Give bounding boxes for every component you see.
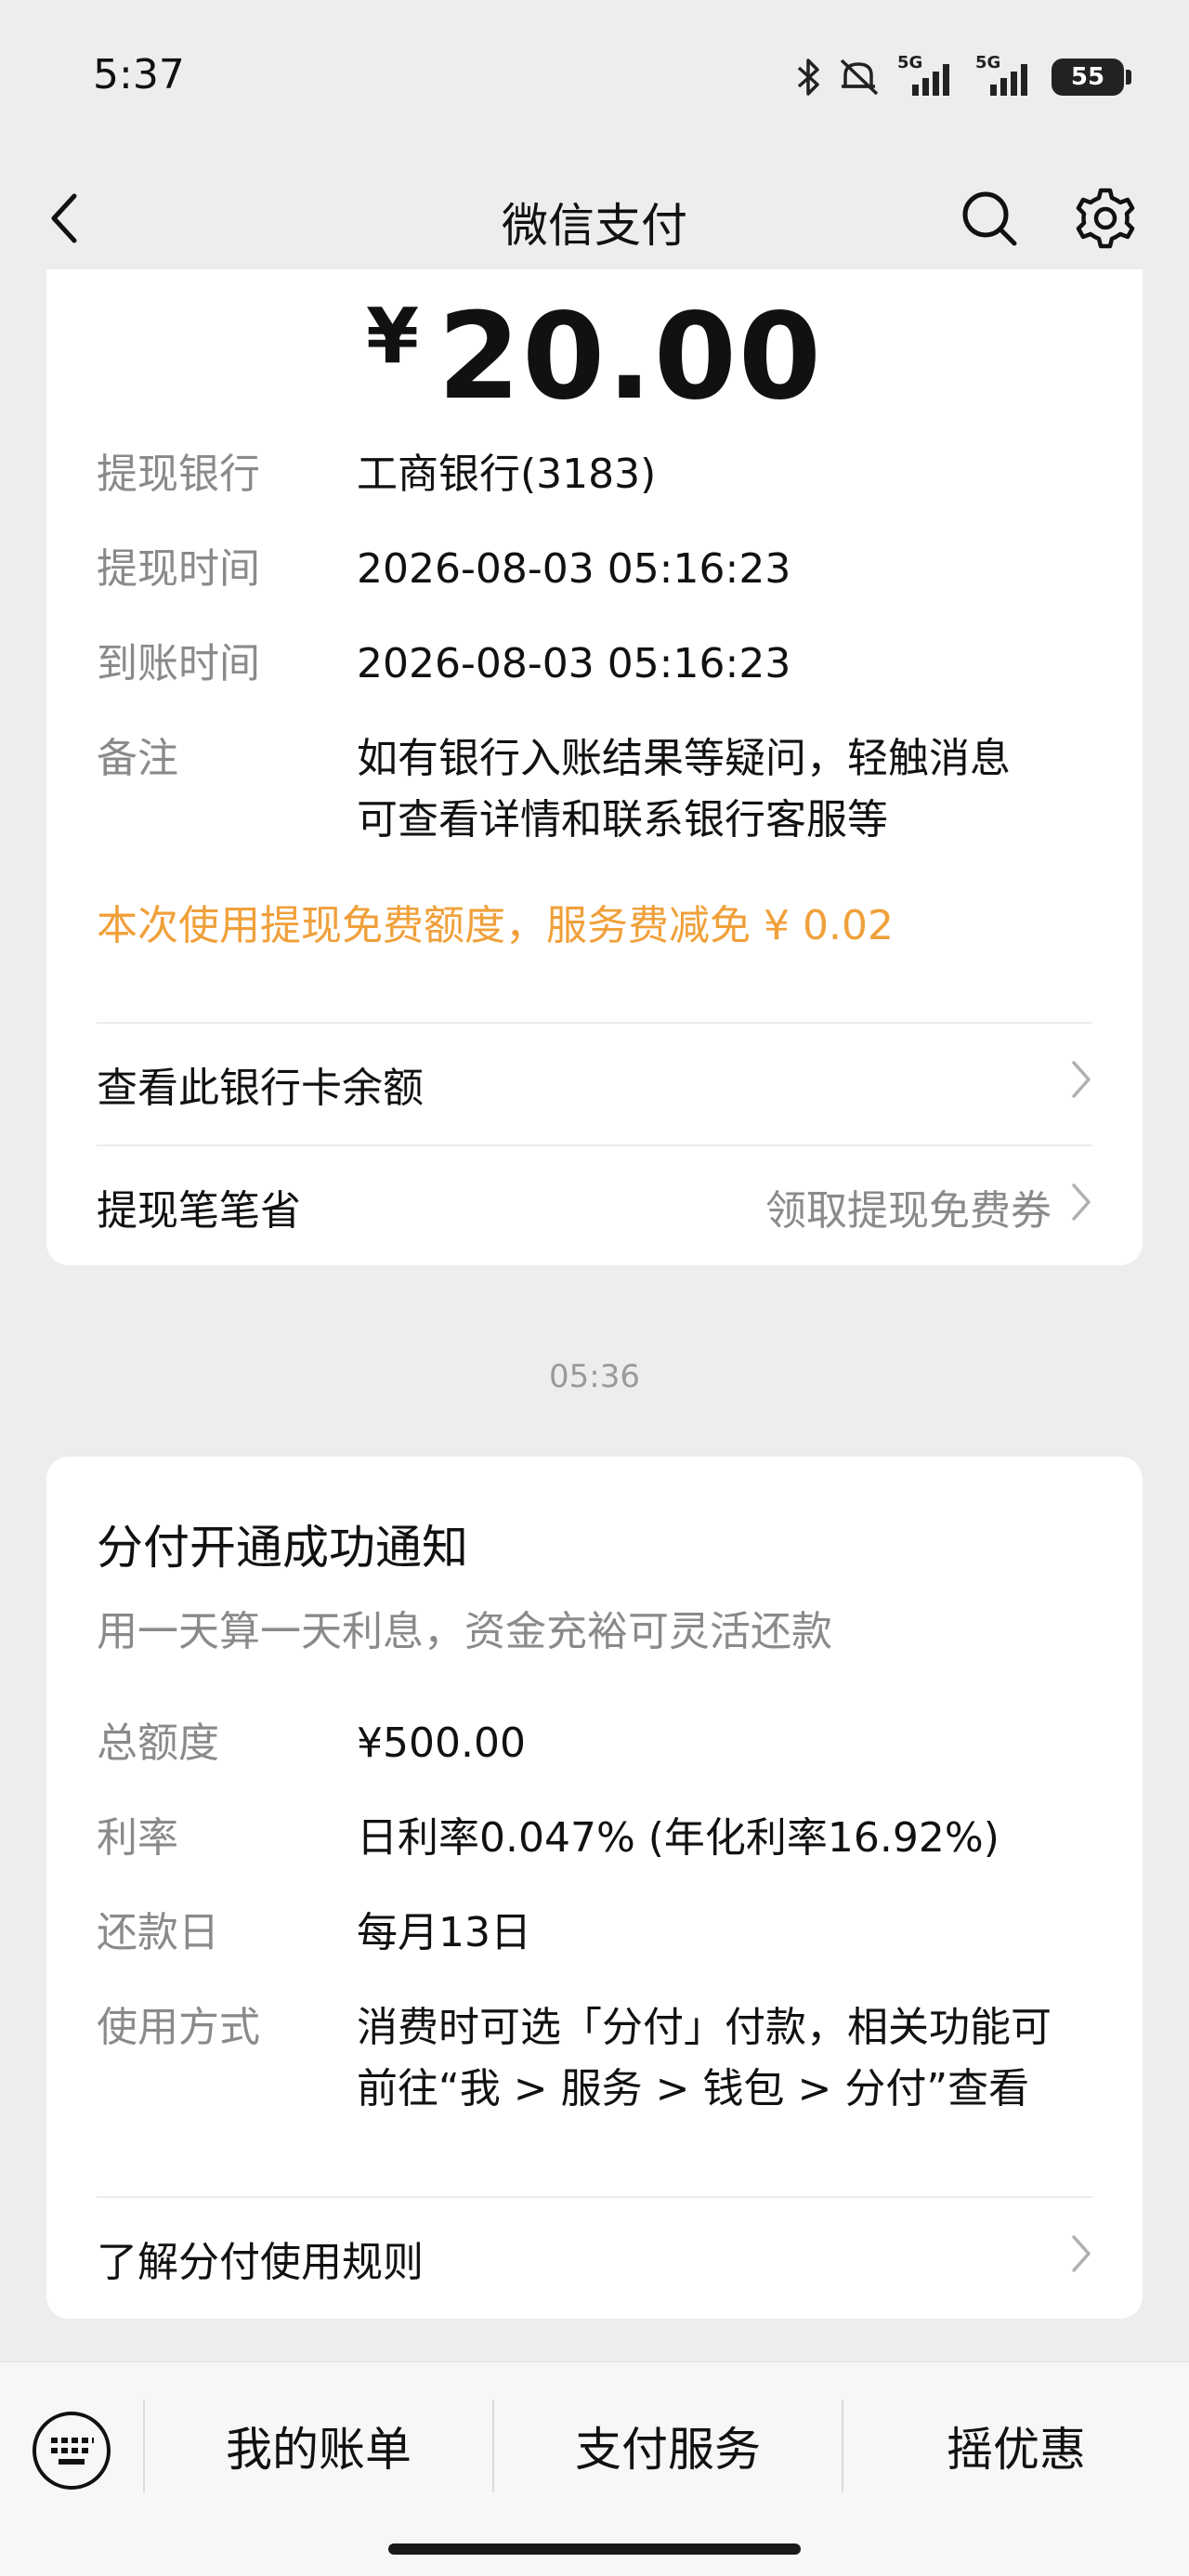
home-indicator[interactable] — [388, 2543, 801, 2555]
chevron-right-icon — [1070, 2233, 1092, 2284]
usage-line-1: 消费时可选「分付」付款，相关功能可 — [357, 2004, 1052, 2051]
withdraw-saver-link[interactable]: 提现笔笔省 领取提现免费券 — [97, 1146, 1092, 1267]
mute-icon — [836, 57, 882, 98]
signal-label: 5G — [975, 53, 1001, 72]
detail-label: 总额度 — [97, 1720, 219, 1767]
withdraw-card: ¥20.00 提现银行 工商银行(3183) 提现时间 2026-08-03 0… — [46, 269, 1143, 1265]
gear-icon[interactable] — [1068, 181, 1143, 255]
detail-value: ¥500.00 — [357, 1720, 526, 1767]
detail-label: 还款日 — [97, 1909, 219, 1956]
usage-line-2: 前往“我 > 服务 > 钱包 > 分付”查看 — [357, 2065, 1030, 2112]
withdraw-amount: ¥20.00 — [46, 288, 1143, 426]
status-time: 5:37 — [93, 51, 185, 98]
remark-line-2: 可查看详情和联系银行客服等 — [357, 796, 888, 843]
view-balance-link[interactable]: 查看此银行卡余额 — [97, 1024, 1092, 1144]
detail-value: 2026-08-03 05:16:23 — [357, 545, 791, 593]
get-free-coupon-text: 领取提现免费券 — [765, 1187, 1052, 1235]
keyboard-icon[interactable] — [30, 2409, 113, 2492]
detail-value: 消费时可选「分付」付款，相关功能可 前往“我 > 服务 > 钱包 > 分付”查看 — [357, 1997, 1092, 2120]
remark-line-1: 如有银行入账结果等疑问，轻触消息 — [357, 735, 1011, 782]
chevron-right-icon — [1070, 1182, 1092, 1233]
detail-label: 使用方式 — [97, 2004, 260, 2051]
search-icon[interactable] — [952, 181, 1026, 255]
detail-label: 提现时间 — [97, 545, 260, 593]
message-timestamp: 05:36 — [549, 1358, 640, 1395]
tab-payment-services[interactable]: 支付服务 — [494, 2399, 842, 2492]
card-subtitle: 用一天算一天利息，资金充裕可灵活还款 — [97, 1608, 832, 1655]
detail-label: 利率 — [97, 1814, 178, 1862]
status-bar: 5:37 5G 5G 55 — [0, 0, 1189, 153]
card-title: 分付开通成功通知 — [97, 1521, 468, 1575]
detail-value: 每月13日 — [357, 1909, 531, 1956]
detail-value: 工商银行(3183) — [357, 451, 657, 498]
signal-5g-icon: 5G — [973, 53, 1039, 98]
detail-value: 2026-08-03 05:16:23 — [357, 640, 791, 687]
withdraw-saver-label: 提现笔笔省 — [97, 1187, 301, 1235]
fenfu-rules-label: 了解分付使用规则 — [97, 2239, 424, 2286]
detail-label: 提现银行 — [97, 451, 260, 498]
nav-bar: 微信支付 — [0, 153, 1189, 283]
battery-icon: 55 — [1052, 59, 1131, 96]
fenfu-rules-link[interactable]: 了解分付使用规则 — [97, 2198, 1092, 2319]
amount-value: 20.00 — [438, 288, 823, 426]
signal-5g-icon: 5G — [895, 53, 960, 98]
status-icons: 5G 5G 55 — [795, 53, 1131, 100]
bluetooth-icon — [795, 57, 823, 98]
detail-value: 日利率0.047% (年化利率16.92%) — [357, 1814, 1000, 1862]
tab-shake-deals[interactable]: 摇优惠 — [843, 2399, 1189, 2492]
fee-waiver-notice: 本次使用提现免费额度，服务费减免 ¥ 0.02 — [97, 902, 894, 949]
chevron-right-icon — [1070, 1059, 1092, 1110]
detail-label: 备注 — [97, 735, 178, 782]
tab-my-bills[interactable]: 我的账单 — [145, 2399, 492, 2492]
fenfu-notice-card[interactable]: 分付开通成功通知 用一天算一天利息，资金充裕可灵活还款 总额度 ¥500.00 … — [46, 1457, 1143, 2319]
detail-label: 到账时间 — [97, 640, 260, 687]
signal-label: 5G — [897, 53, 923, 72]
currency-symbol: ¥ — [366, 293, 422, 381]
view-balance-label: 查看此银行卡余额 — [97, 1065, 424, 1112]
detail-value: 如有银行入账结果等疑问，轻触消息 可查看详情和联系银行客服等 — [357, 728, 1092, 851]
battery-level: 55 — [1070, 63, 1105, 91]
